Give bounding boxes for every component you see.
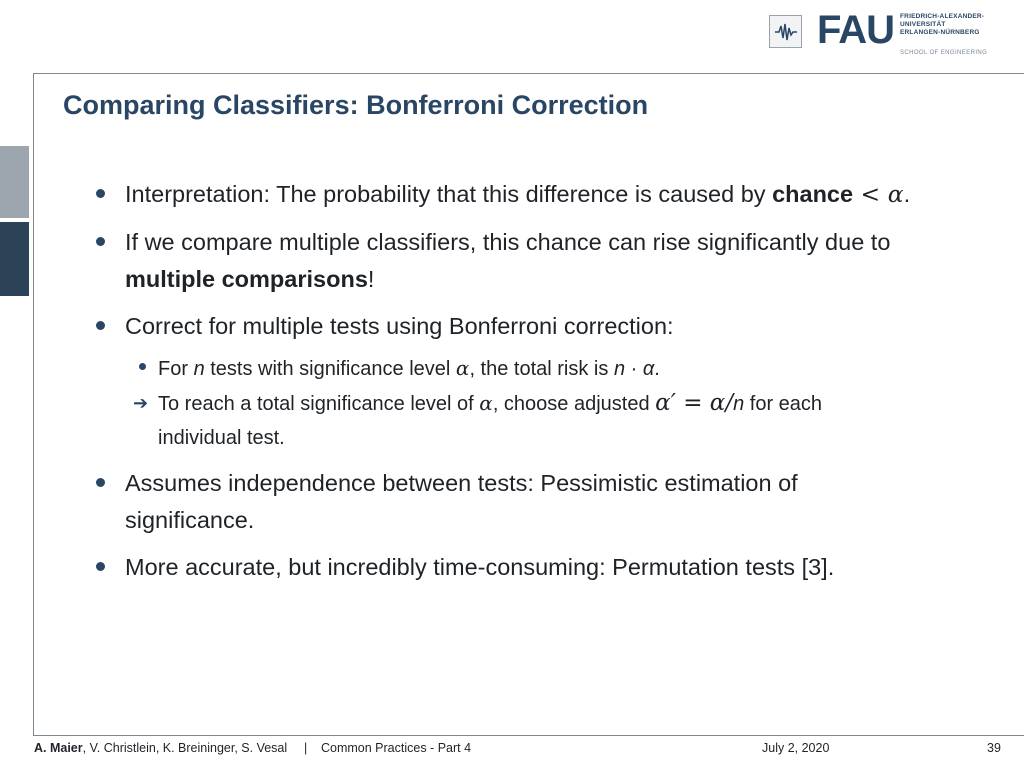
waveform-icon	[775, 23, 797, 41]
lab-logo	[769, 15, 802, 48]
fau-logo: FAU	[817, 8, 895, 52]
sub-list: For n tests with significance level α, t…	[96, 351, 996, 455]
bullet-list: Interpretation: The probability that thi…	[96, 176, 996, 586]
sub-bullet-total-risk: For n tests with significance level α, t…	[129, 351, 996, 386]
bullet-dot	[96, 321, 105, 330]
bullet-dot	[96, 562, 105, 571]
bullet-dot	[96, 478, 105, 487]
school-name: SCHOOL OF ENGINEERING	[900, 50, 988, 56]
bullet-multiple-comparisons: If we compare multiple classifiers, this…	[96, 224, 996, 298]
slide: FAU FRIEDRICH-ALEXANDER- UNIVERSITÄT ERL…	[0, 0, 1024, 768]
sub-bullet-adjusted-alpha: ➔ To reach a total significance level of…	[129, 386, 996, 455]
footer-authors: A. Maier, V. Christlein, K. Breininger, …	[34, 741, 288, 755]
slide-title: Comparing Classifiers: Bonferroni Correc…	[63, 90, 649, 120]
footer-course: Common Practices - Part 4	[321, 741, 472, 755]
footer-date: July 2, 2020	[762, 741, 830, 755]
side-tab-light	[0, 146, 29, 218]
bullet-independence: Assumes independence between tests: Pess…	[96, 465, 996, 539]
bullet-interpretation: Interpretation: The probability that thi…	[96, 176, 996, 213]
sub-bullet-dot	[139, 363, 146, 370]
side-tab-dark	[0, 222, 29, 296]
bullet-dot	[96, 189, 105, 198]
bullet-dot	[96, 237, 105, 246]
bullet-bonferroni: Correct for multiple tests using Bonferr…	[96, 308, 996, 345]
arrow-right-icon: ➔	[133, 393, 149, 413]
page-number: 39	[987, 741, 1001, 755]
university-name: FRIEDRICH-ALEXANDER- UNIVERSITÄT ERLANGE…	[900, 13, 985, 36]
bullet-permutation-tests: More accurate, but incredibly time-consu…	[96, 549, 996, 586]
footer-separator: |	[304, 741, 308, 755]
